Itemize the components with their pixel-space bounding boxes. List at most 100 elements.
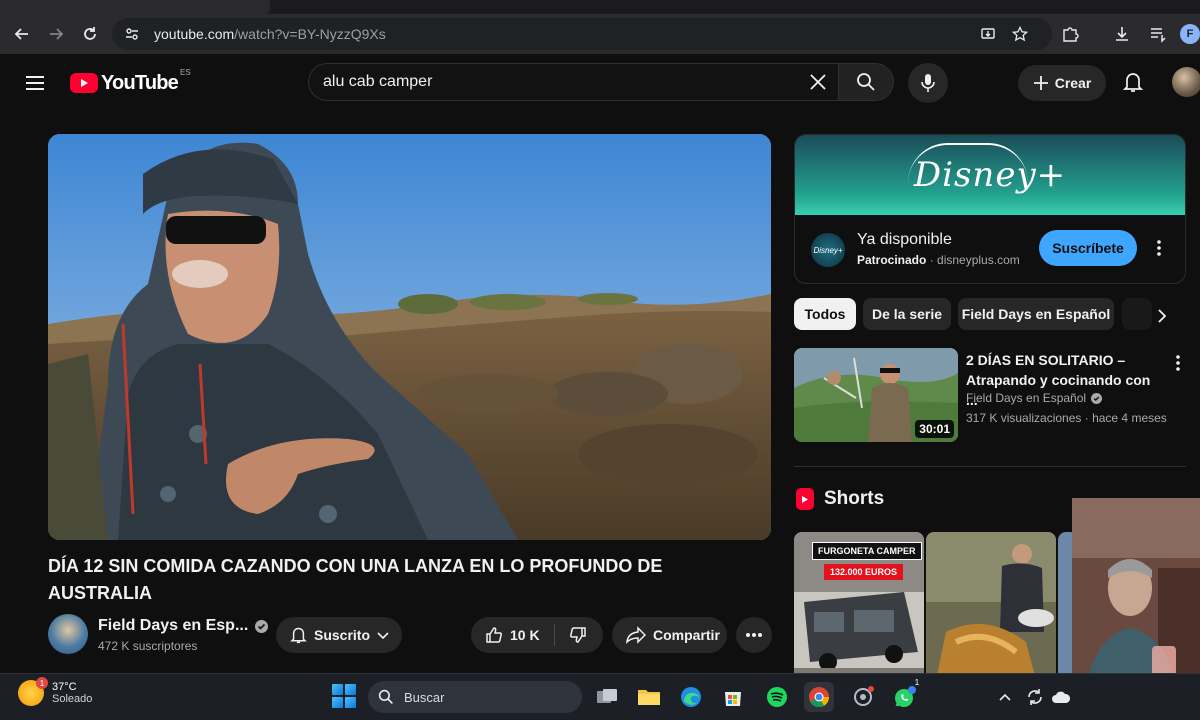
short-item[interactable] <box>926 532 1056 680</box>
thumbs-down-icon <box>569 627 586 643</box>
chip-de-la-serie[interactable]: De la serie <box>863 298 951 330</box>
extensions-button[interactable] <box>1058 22 1082 46</box>
search-icon <box>857 73 875 91</box>
task-view-button[interactable] <box>592 682 622 712</box>
puzzle-icon <box>1063 27 1079 42</box>
short-item[interactable]: FURGONETA CAMPER 132.000 EUROS <box>794 532 924 680</box>
share-button[interactable]: Compartir <box>612 617 727 653</box>
app-button[interactable] <box>848 682 878 712</box>
windows-taskbar: 1 37°C Soleado Buscar 1 <box>0 673 1200 720</box>
ad-advertiser-logo[interactable]: Disney+ <box>811 233 845 267</box>
chip-todos[interactable]: Todos <box>794 298 856 330</box>
whatsapp-icon <box>895 686 916 707</box>
ad-banner[interactable]: Disney+ <box>795 135 1185 215</box>
start-button[interactable] <box>332 684 356 708</box>
ad-brand-logo: Disney+ <box>907 143 1066 195</box>
profile-avatar: F <box>1180 24 1200 44</box>
reading-list-button[interactable] <box>1146 22 1170 46</box>
folder-icon <box>638 690 660 705</box>
create-button[interactable]: Crear <box>1018 65 1106 101</box>
sidebar-divider <box>794 466 1186 467</box>
video-frame <box>48 134 771 540</box>
sponsored-ad-card[interactable]: Disney+ Disney+ Ya disponible Patrocinad… <box>794 134 1186 284</box>
more-vertical-icon <box>1157 240 1161 256</box>
windows-logo-tile <box>332 697 343 708</box>
chevron-down-icon <box>377 632 389 640</box>
forward-button[interactable] <box>44 22 68 46</box>
bookmark-star-icon[interactable] <box>1010 24 1030 44</box>
windows-logo-tile <box>332 684 343 695</box>
chip-field-days[interactable]: Field Days en Español <box>958 298 1114 330</box>
url-host: youtube.com <box>154 26 235 42</box>
spotify-button[interactable] <box>762 682 792 712</box>
more-horizontal-icon <box>746 633 762 637</box>
url-path: /watch?v=BY-NyzzQ9Xs <box>234 26 386 42</box>
hamburger-menu-icon <box>26 76 44 90</box>
site-info-icon[interactable] <box>122 24 142 44</box>
ad-subscribe-button[interactable]: Suscríbete <box>1039 230 1137 266</box>
whatsapp-button[interactable]: 1 <box>890 678 920 712</box>
like-button[interactable]: 10 K <box>471 617 554 653</box>
recommended-age: hace 4 meses <box>1092 411 1167 425</box>
file-explorer-button[interactable] <box>634 682 664 712</box>
browser-tab-active[interactable] <box>0 0 270 14</box>
account-avatar[interactable] <box>1172 67 1200 97</box>
channel-name[interactable]: Field Days en Esp... <box>98 617 248 635</box>
guide-menu-button[interactable] <box>22 71 48 95</box>
store-button[interactable] <box>718 682 748 712</box>
shorts-title: Shorts <box>824 488 885 509</box>
search-input[interactable]: alu cab camper <box>323 73 798 91</box>
channel-avatar[interactable] <box>48 614 88 654</box>
clear-search-button[interactable] <box>798 64 838 100</box>
download-icon <box>1116 27 1128 41</box>
recommended-more-button[interactable] <box>1170 350 1186 376</box>
video-player[interactable] <box>48 134 771 540</box>
plus-icon <box>1033 76 1048 90</box>
share-label: Compartir <box>653 627 720 643</box>
edge-button[interactable] <box>676 682 706 712</box>
recommended-thumbnail[interactable]: 30:01 <box>794 348 958 442</box>
more-actions-button[interactable] <box>736 617 772 653</box>
settings-app-icon <box>854 686 874 706</box>
ad-sponsored-label: Patrocinado <box>857 253 927 267</box>
back-button[interactable] <box>10 22 34 46</box>
downloads-button[interactable] <box>1110 22 1134 46</box>
chrome-button[interactable] <box>804 682 834 712</box>
ad-title[interactable]: Ya disponible <box>857 231 952 249</box>
search-box[interactable]: alu cab camper <box>308 63 838 101</box>
sun-icon: 1 <box>18 677 48 706</box>
logo-country-code: ES <box>179 68 191 77</box>
channel-name-row[interactable]: Field Days en Esp... <box>98 617 269 635</box>
ad-more-button[interactable] <box>1151 235 1167 261</box>
share-arrow-icon <box>626 626 646 644</box>
short-price-badge: 132.000 EUROS <box>824 564 904 580</box>
close-icon <box>810 74 826 90</box>
ad-domain: disneyplus.com <box>937 253 1020 267</box>
short-thumbnail-image <box>926 532 1056 680</box>
chips-next-button[interactable] <box>1148 302 1176 330</box>
shorts-icon <box>796 488 814 510</box>
install-app-icon[interactable] <box>978 24 998 44</box>
tray-overflow-button[interactable] <box>994 686 1016 708</box>
reload-button[interactable] <box>78 22 102 46</box>
taskbar-search[interactable]: Buscar <box>368 681 582 713</box>
tray-cloud-button[interactable] <box>1050 686 1072 708</box>
address-bar[interactable]: youtube.com/watch?v=BY-NyzzQ9Xs <box>112 18 1052 50</box>
voice-search-button[interactable] <box>908 63 948 103</box>
whatsapp-badge: 1 <box>914 678 920 687</box>
more-vertical-icon <box>1176 355 1180 371</box>
subscriber-count: 472 K suscriptores <box>98 639 198 653</box>
tray-sync-button[interactable] <box>1024 686 1046 708</box>
notifications-button[interactable] <box>1118 67 1148 97</box>
bell-icon <box>1123 73 1143 92</box>
subscribed-button[interactable]: Suscrito <box>276 617 402 653</box>
playlist-icon <box>1151 28 1166 43</box>
bell-icon <box>290 627 307 644</box>
like-dislike-group: 10 K <box>471 617 603 653</box>
dislike-button[interactable] <box>555 617 601 653</box>
youtube-logo[interactable]: YouTube ES <box>70 68 191 96</box>
subscribed-label: Suscrito <box>314 627 371 643</box>
search-button[interactable] <box>838 63 894 101</box>
weather-widget[interactable]: 1 37°C Soleado <box>18 677 92 706</box>
profile-button[interactable]: F <box>1178 22 1200 46</box>
